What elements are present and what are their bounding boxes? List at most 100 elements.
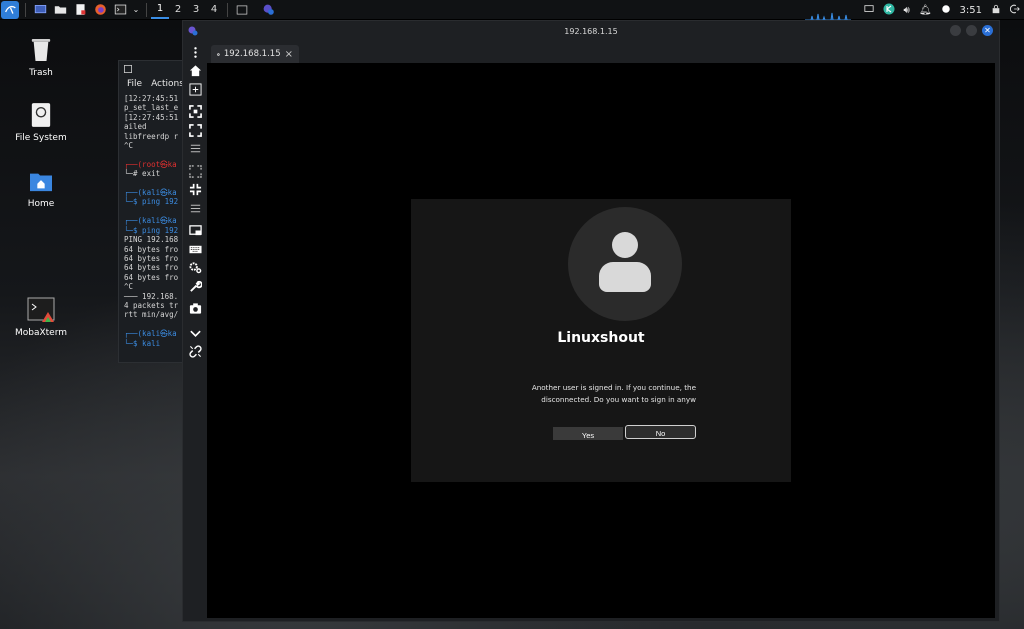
scale-icon[interactable]: [186, 163, 204, 180]
yes-button[interactable]: Yes: [553, 427, 623, 440]
tools-icon[interactable]: [186, 278, 204, 295]
terminal-line: 64 bytes fro: [124, 244, 179, 254]
terminal-line: ailed: [124, 122, 147, 132]
remote-desktop-viewport[interactable]: Linuxshout Another user is signed in. If…: [207, 63, 995, 618]
settings-icon[interactable]: [186, 260, 204, 277]
panel-tray: 🔊︎ 🔔︎ 3:51: [863, 0, 1020, 20]
terminal-line: libfreerdp r: [124, 131, 179, 141]
terminal-menu-file[interactable]: File: [127, 79, 142, 89]
screenshot-icon[interactable]: [186, 301, 204, 318]
terminal-line: ─── 192.168.: [124, 291, 179, 301]
desktop-icon-home[interactable]: Home: [6, 167, 76, 209]
terminal-line: └─$ kali: [124, 338, 161, 348]
disconnect-icon[interactable]: [186, 344, 204, 361]
tab-session[interactable]: 192.168.1.15 ×: [211, 45, 299, 63]
terminal-app-icon: [124, 65, 132, 73]
home-folder-icon: [27, 167, 55, 195]
terminal-line: 4 packets tr: [124, 300, 179, 310]
desktop-icon-label: Trash: [29, 68, 53, 78]
window-title: 192.168.1.15: [564, 26, 618, 36]
taskbar-rdp-icon[interactable]: [260, 2, 276, 18]
tab-close-icon[interactable]: ×: [285, 49, 293, 60]
logout-icon[interactable]: [1009, 4, 1020, 17]
rdp-app-icon: [188, 26, 198, 36]
terminal-icon[interactable]: [112, 2, 128, 18]
cpu-graph: [805, 12, 851, 20]
taskbar-terminal-icon[interactable]: [234, 2, 250, 18]
panel-separator: [25, 2, 26, 17]
kali-menu-icon[interactable]: [1, 0, 19, 19]
home-icon[interactable]: [186, 63, 204, 80]
panel-separator: [227, 2, 228, 17]
signin-message-line1: Another user is signed in. If you contin…: [531, 383, 696, 392]
terminal-line: └─$ ping 192: [124, 197, 179, 207]
tab-label: 192.168.1.15: [223, 49, 281, 59]
screen-icon[interactable]: [186, 223, 204, 240]
chevron-down-icon[interactable]: [186, 325, 204, 342]
terminal-line: ┌──(kali㉿ka: [124, 329, 177, 339]
desktop-icon-label: MobaXterm: [14, 328, 68, 338]
terminal-line: 64 bytes fro: [124, 263, 179, 273]
workspace-4[interactable]: 4: [205, 1, 223, 19]
maximize-button[interactable]: [966, 25, 977, 36]
lock-icon[interactable]: [991, 4, 1001, 17]
desktop-icon[interactable]: [32, 2, 48, 18]
rdp-titlebar[interactable]: 192.168.1.15 ✕: [183, 21, 999, 41]
signin-message: Another user is signed in. If you contin…: [521, 382, 696, 406]
network-icon[interactable]: [883, 3, 895, 18]
terminal-line: ┌──(kali㉿ka: [124, 216, 177, 226]
fit-screen-icon[interactable]: [186, 122, 204, 139]
terminal-line: 64 bytes fro: [124, 253, 179, 263]
firefox-icon[interactable]: [92, 2, 108, 18]
drive-icon: [27, 101, 55, 129]
username: Linuxshout: [557, 330, 645, 346]
desktop-icon-label: File System: [15, 133, 67, 143]
desktop-icon-filesystem[interactable]: File System: [6, 101, 76, 143]
tab-bar: 192.168.1.15 ×: [183, 41, 999, 63]
workspace-3[interactable]: 3: [187, 1, 205, 19]
signin-message-line2: disconnected. Do you want to sign in any…: [541, 395, 696, 404]
terminal-titlebar[interactable]: [119, 61, 187, 77]
display-icon[interactable]: [863, 4, 874, 17]
fullscreen-icon[interactable]: [186, 104, 204, 121]
file-manager-icon[interactable]: [52, 2, 68, 18]
terminal-line: [12:27:45:51: [124, 94, 179, 103]
terminal-line: ┌──(kali㉿ka: [124, 188, 177, 198]
clock[interactable]: 3:51: [960, 5, 982, 16]
list-icon[interactable]: [186, 200, 204, 217]
terminal-line: └─$ ping 192: [124, 225, 179, 235]
user-avatar-icon: [568, 207, 682, 321]
session-icon: [217, 52, 220, 56]
no-button[interactable]: No: [625, 425, 696, 439]
power-status-icon[interactable]: [941, 4, 951, 17]
workspace-2[interactable]: 2: [169, 1, 187, 19]
terminal-line: PING 192.168: [124, 235, 179, 245]
terminal-line: rtt min/avg/: [124, 310, 179, 320]
text-editor-icon[interactable]: [72, 2, 88, 18]
rdp-window[interactable]: 192.168.1.15 ✕ 192.168.1.15 × Linuxshout…: [182, 20, 1000, 622]
keyboard-icon[interactable]: [186, 241, 204, 258]
terminal-window[interactable]: File Actions [12:27:45:51 p_set_last_e […: [118, 60, 188, 363]
terminal-line: p_set_last_e: [124, 103, 179, 113]
more-icon[interactable]: [186, 44, 204, 61]
terminal-menu-actions[interactable]: Actions: [151, 79, 184, 89]
desktop-icon-mobaxterm[interactable]: MobaXterm: [6, 296, 76, 338]
chevron-down-icon[interactable]: ⌄: [132, 2, 140, 18]
notification-icon[interactable]: 🔔︎: [919, 5, 932, 16]
menu-icon[interactable]: [186, 141, 204, 158]
add-session-icon[interactable]: [186, 81, 204, 98]
fullscreen-exit-icon[interactable]: [186, 182, 204, 199]
terminal-line: [12:27:45:51: [124, 112, 179, 122]
minimize-button[interactable]: [950, 25, 961, 36]
workspace-1[interactable]: 1: [151, 1, 169, 19]
mobaxterm-icon: [27, 296, 55, 324]
terminal-line: ^C: [124, 282, 134, 292]
trash-icon: [27, 36, 55, 64]
terminal-output[interactable]: [12:27:45:51 p_set_last_e [12:27:45:51 a…: [119, 91, 187, 348]
terminal-line: ^C: [124, 141, 134, 151]
volume-icon[interactable]: 🔊︎: [904, 5, 910, 16]
terminal-menubar: File Actions: [119, 77, 187, 91]
desktop-icon-trash[interactable]: Trash: [6, 36, 76, 78]
signin-dialog: Linuxshout Another user is signed in. If…: [411, 199, 791, 482]
close-button[interactable]: ✕: [982, 25, 993, 36]
